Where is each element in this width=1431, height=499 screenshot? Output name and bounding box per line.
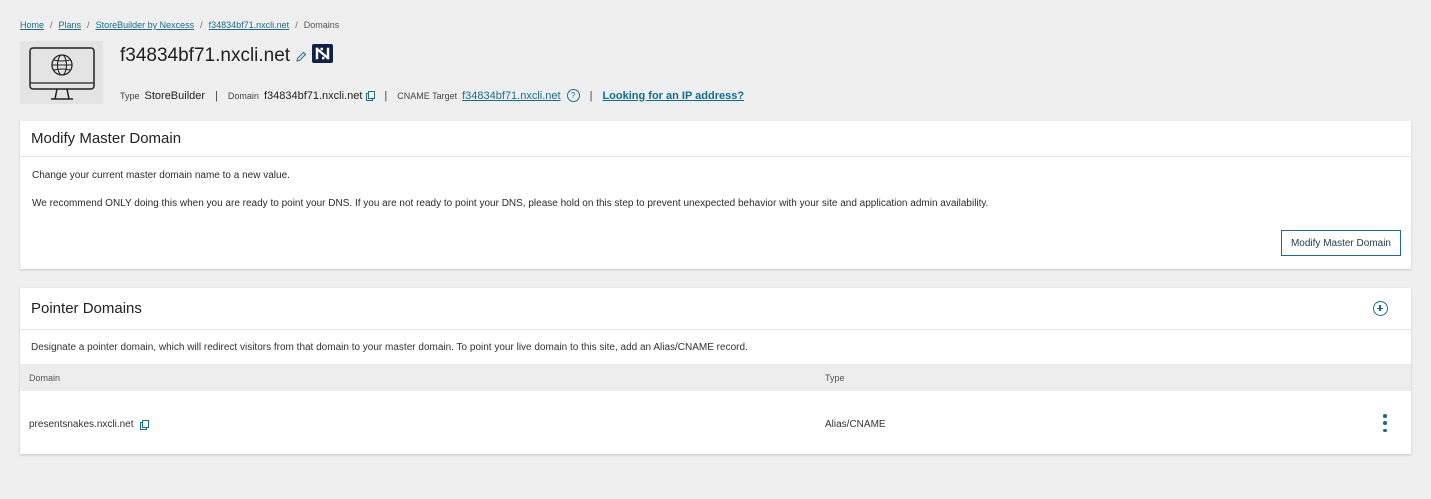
breadcrumb-separator: / bbox=[50, 20, 53, 30]
breadcrumb-separator: / bbox=[295, 20, 298, 30]
pointer-domains-card: Pointer Domains Designate a pointer doma… bbox=[20, 288, 1411, 454]
modify-description: Change your current master domain name t… bbox=[32, 170, 290, 181]
nexcess-logo-icon bbox=[312, 44, 333, 63]
card-title: Modify Master Domain bbox=[20, 121, 1411, 157]
breadcrumb-separator: / bbox=[200, 20, 203, 30]
ip-address-link[interactable]: Looking for an IP address? bbox=[602, 90, 744, 102]
breadcrumb-home[interactable]: Home bbox=[20, 20, 44, 30]
modify-master-domain-card: Modify Master Domain Change your current… bbox=[20, 121, 1411, 269]
pointer-domain-name: presentsnakes.nxcli.net bbox=[29, 419, 134, 430]
meta-divider: | bbox=[215, 89, 218, 102]
pointer-description: Designate a pointer domain, which will r… bbox=[31, 342, 748, 353]
copy-icon[interactable] bbox=[139, 420, 149, 430]
breadcrumb-separator: / bbox=[87, 20, 90, 30]
kebab-dot bbox=[1383, 414, 1387, 418]
table-header: Domain Type bbox=[20, 364, 1411, 391]
meta-divider: | bbox=[589, 89, 593, 102]
column-header-type: Type bbox=[825, 373, 845, 383]
modify-warning: We recommend ONLY doing this when you ar… bbox=[32, 198, 989, 209]
domain-label: Domain bbox=[227, 90, 259, 101]
nexcess-logo-mark bbox=[315, 47, 330, 60]
cname-target-link[interactable]: f34834bf71.nxcli.net bbox=[462, 90, 560, 102]
pointer-domain-cell: presentsnakes.nxcli.net bbox=[29, 419, 149, 430]
pointer-domains-header: Pointer Domains bbox=[20, 288, 1411, 330]
table-row: presentsnakes.nxcli.net Alias/CNAME bbox=[20, 391, 1411, 454]
card-title: Pointer Domains bbox=[31, 300, 142, 317]
add-pointer-domain-icon[interactable] bbox=[1373, 301, 1388, 316]
type-value: StoreBuilder bbox=[144, 89, 206, 102]
breadcrumb-site[interactable]: f34834bf71.nxcli.net bbox=[209, 20, 290, 30]
site-meta: Type StoreBuilder | Domain f34834bf71.nx… bbox=[120, 89, 744, 102]
meta-divider: | bbox=[384, 89, 388, 102]
breadcrumb-plans[interactable]: Plans bbox=[59, 20, 82, 30]
pointer-type-cell: Alias/CNAME bbox=[825, 419, 886, 430]
domain-value: f34834bf71.nxcli.net bbox=[263, 89, 363, 102]
kebab-dot bbox=[1383, 428, 1387, 432]
breadcrumb-plan[interactable]: StoreBuilder by Nexcess bbox=[96, 20, 195, 30]
breadcrumb-current: Domains bbox=[303, 20, 340, 30]
type-label: Type bbox=[120, 90, 140, 101]
copy-icon[interactable] bbox=[366, 91, 376, 101]
site-header: f34834bf71.nxcli.net Type StoreBuilder |… bbox=[20, 41, 1410, 104]
cname-label: CNAME Target bbox=[397, 90, 458, 101]
site-thumbnail bbox=[20, 41, 103, 104]
more-actions-icon[interactable] bbox=[1381, 414, 1389, 432]
column-header-domain: Domain bbox=[29, 373, 61, 383]
breadcrumb: Home / Plans / StoreBuilder by Nexcess /… bbox=[20, 20, 339, 30]
page-title: f34834bf71.nxcli.net bbox=[120, 45, 307, 67]
monitor-globe-icon bbox=[28, 46, 95, 100]
pencil-icon[interactable] bbox=[296, 51, 307, 62]
kebab-dot bbox=[1383, 421, 1387, 425]
site-title-text: f34834bf71.nxcli.net bbox=[120, 45, 291, 66]
modify-master-domain-button[interactable]: Modify Master Domain bbox=[1280, 230, 1401, 256]
help-icon[interactable]: ? bbox=[566, 89, 580, 102]
